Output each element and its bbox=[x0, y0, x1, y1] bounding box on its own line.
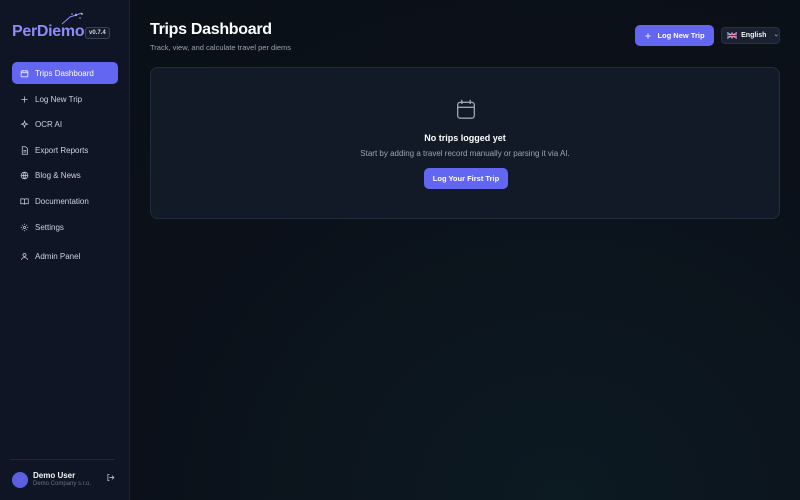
logo-sparkle-icon bbox=[61, 12, 83, 25]
log-new-trip-button[interactable]: Log New Trip bbox=[635, 25, 714, 46]
sparkle-icon bbox=[20, 119, 29, 129]
sidebar-item-label: Documentation bbox=[35, 196, 89, 206]
sidebar-item-label: OCR AI bbox=[35, 119, 63, 129]
version-badge: v0.7.4 bbox=[85, 27, 110, 39]
logout-icon[interactable] bbox=[106, 473, 115, 482]
document-icon bbox=[20, 145, 29, 155]
chevron-down-icon bbox=[775, 34, 779, 37]
empty-state-card: No trips logged yet Start by adding a tr… bbox=[150, 67, 780, 219]
logo[interactable]: PerDiemo v0.7.4 bbox=[12, 12, 122, 50]
log-first-trip-button[interactable]: Log Your First Trip bbox=[424, 168, 508, 189]
sidebar-item-label: Settings bbox=[35, 222, 64, 232]
sidebar: PerDiemo v0.7.4 Trips Dashboard Log New … bbox=[0, 0, 130, 500]
calendar-icon bbox=[20, 69, 29, 78]
sidebar-item-trips-dashboard[interactable]: Trips Dashboard bbox=[12, 62, 118, 84]
user-icon bbox=[20, 252, 29, 261]
book-icon bbox=[20, 197, 29, 206]
gear-icon bbox=[20, 223, 29, 232]
empty-state-title: No trips logged yet bbox=[424, 133, 506, 143]
calendar-icon bbox=[457, 99, 475, 119]
language-label: English bbox=[741, 32, 767, 39]
plus-icon bbox=[20, 95, 29, 104]
sidebar-item-label: Admin Panel bbox=[35, 251, 81, 261]
avatar[interactable] bbox=[12, 472, 28, 488]
language-select[interactable]: English bbox=[721, 27, 780, 44]
uk-flag-icon bbox=[727, 32, 738, 39]
globe-icon bbox=[20, 171, 29, 180]
sidebar-item-documentation[interactable]: Documentation bbox=[12, 190, 118, 212]
sidebar-item-label: Blog & News bbox=[35, 170, 81, 180]
user-name: Demo User bbox=[33, 471, 76, 480]
sidebar-item-settings[interactable]: Settings bbox=[12, 216, 118, 238]
page-title: Trips Dashboard bbox=[150, 21, 272, 38]
page-subtitle: Track, view, and calculate travel per di… bbox=[150, 43, 292, 52]
plus-icon bbox=[645, 32, 652, 39]
sidebar-item-ocr-ai[interactable]: OCR AI bbox=[12, 113, 118, 135]
sidebar-item-blog-news[interactable]: Blog & News bbox=[12, 164, 118, 186]
sidebar-item-admin-panel[interactable]: Admin Panel bbox=[12, 245, 118, 267]
user-company: Demo Company s.r.o. bbox=[33, 481, 92, 487]
sidebar-item-label: Log New Trip bbox=[35, 94, 83, 104]
sidebar-item-log-new-trip[interactable]: Log New Trip bbox=[12, 88, 118, 110]
sidebar-item-export-reports[interactable]: Export Reports bbox=[12, 139, 118, 161]
log-new-trip-label: Log New Trip bbox=[657, 31, 705, 40]
sidebar-item-label: Trips Dashboard bbox=[35, 68, 94, 78]
sidebar-item-label: Export Reports bbox=[35, 145, 89, 155]
empty-state-description: Start by adding a travel record manually… bbox=[360, 149, 570, 158]
sidebar-divider bbox=[10, 459, 115, 460]
